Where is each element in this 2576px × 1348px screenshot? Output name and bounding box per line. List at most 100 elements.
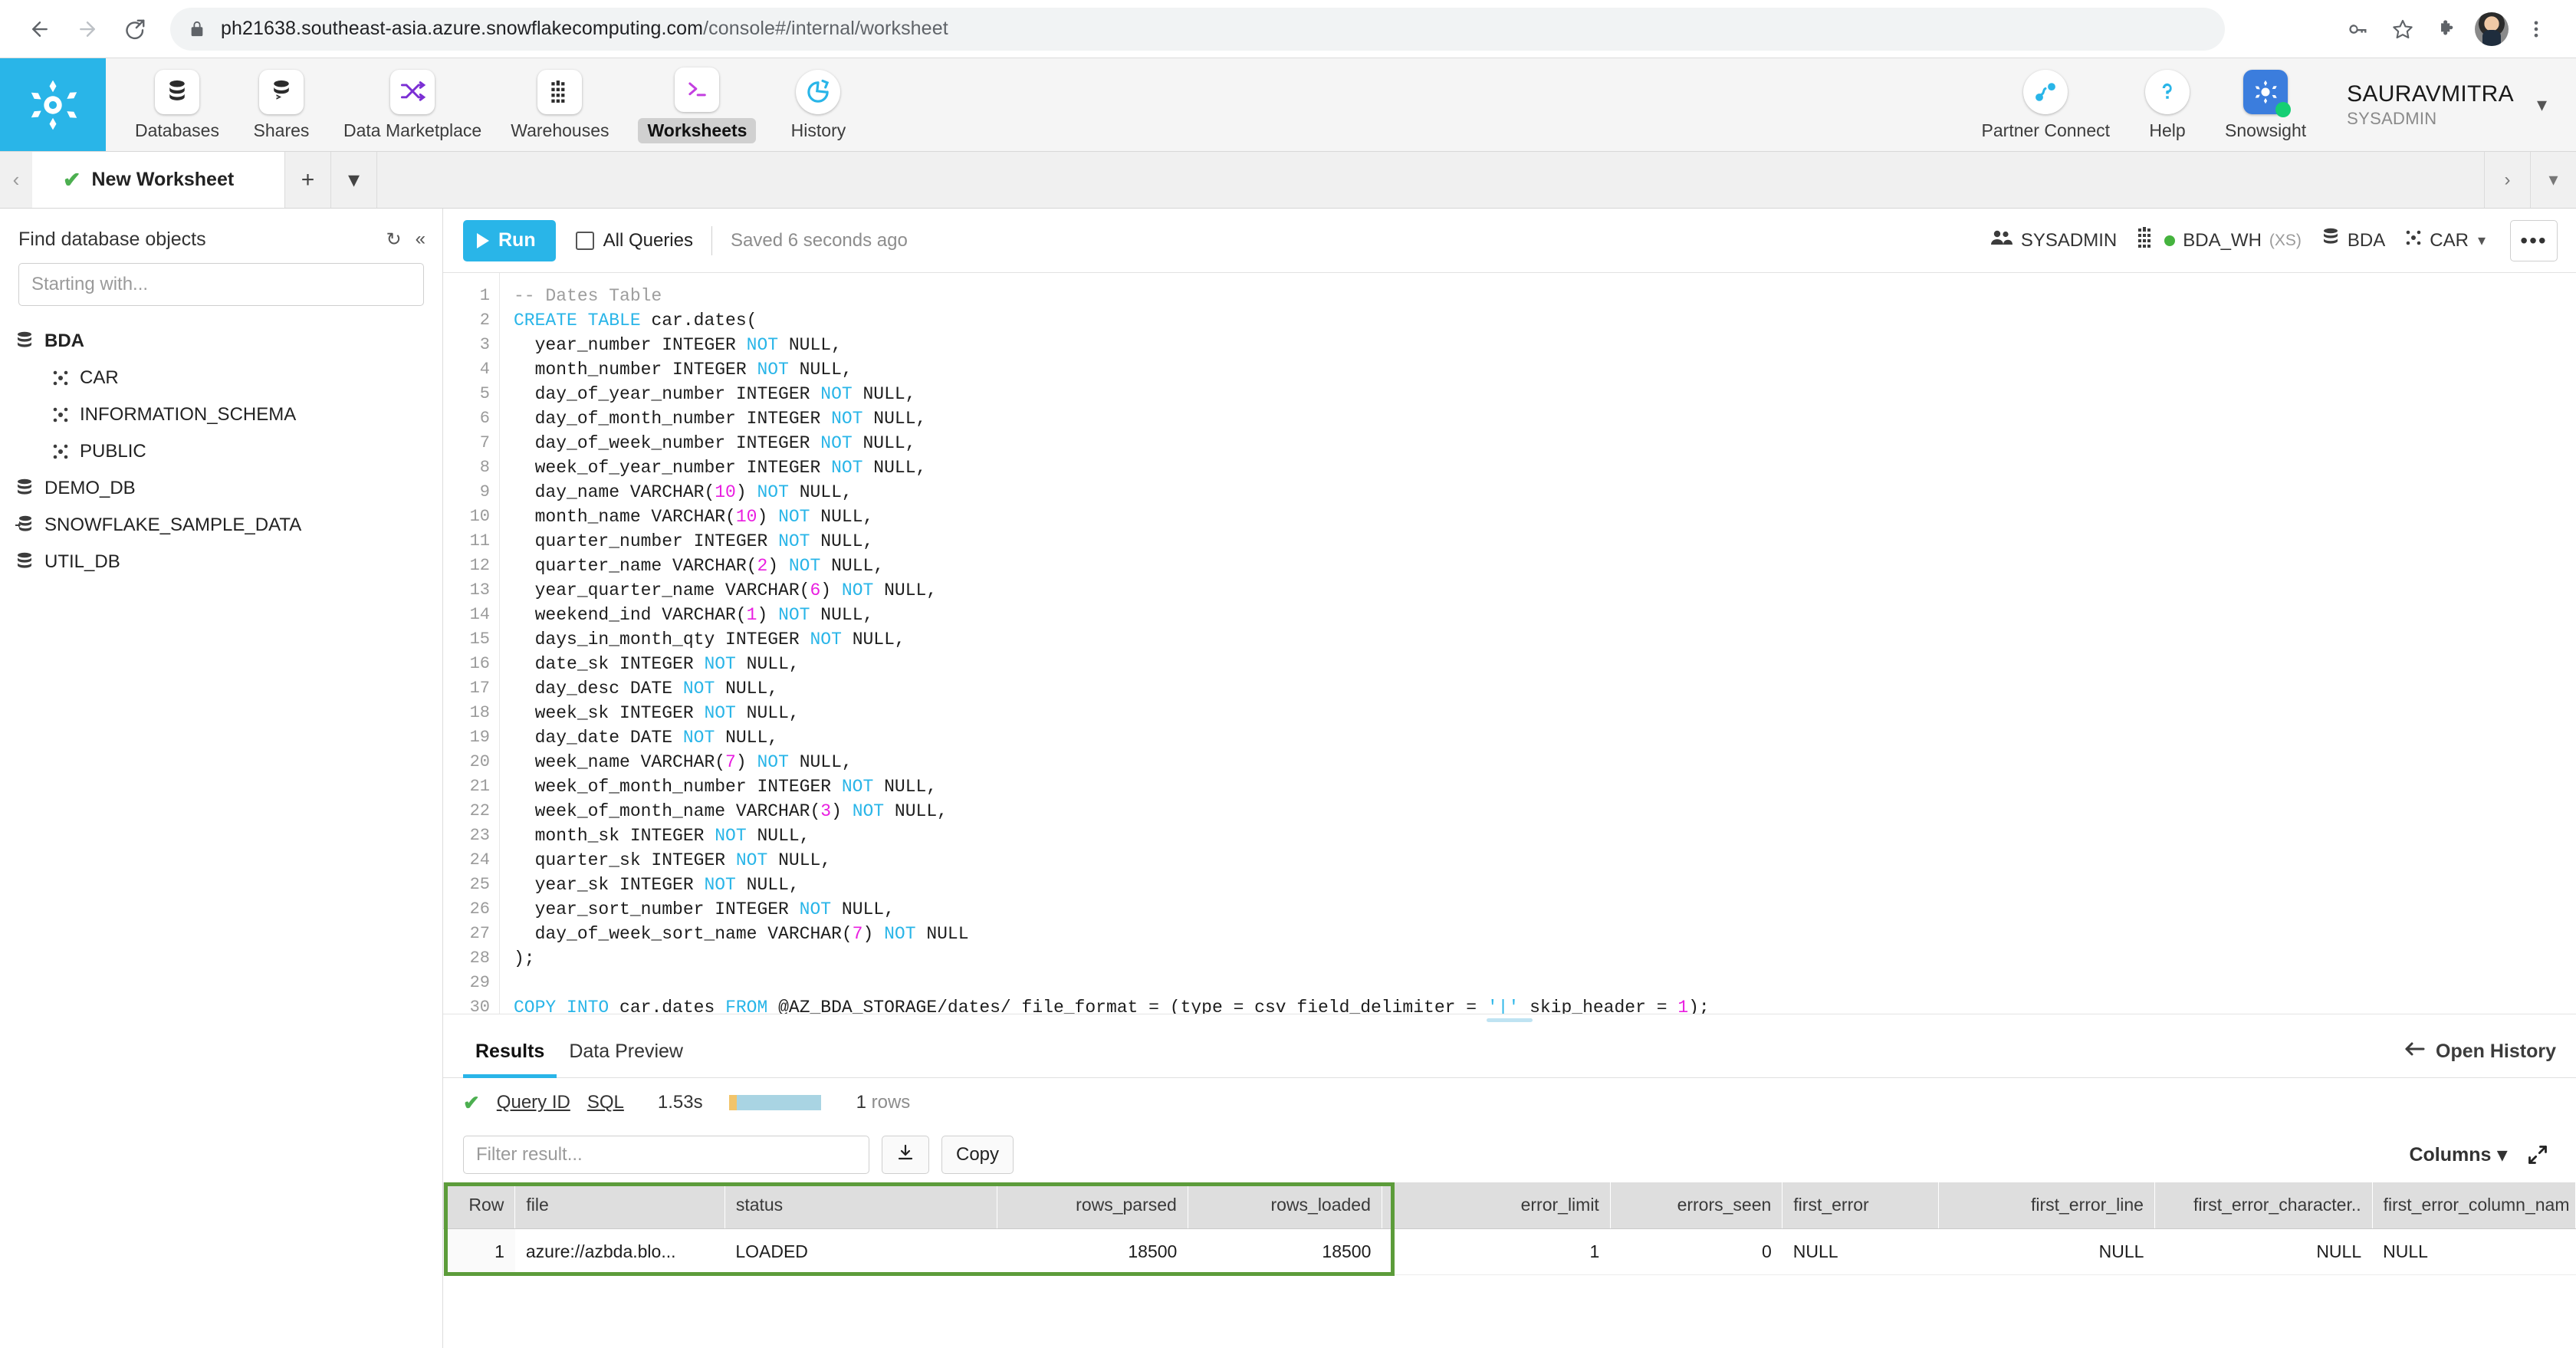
filter-result-input[interactable] <box>463 1136 869 1174</box>
nav-item-worksheets[interactable]: Worksheets <box>626 61 768 148</box>
tree-item-bda[interactable]: BDA <box>0 323 442 360</box>
code-line[interactable]: quarter_number INTEGER NOT NULL, <box>514 529 2576 554</box>
chevron-down-icon[interactable]: ▾ <box>2537 93 2547 117</box>
table-cell[interactable]: LOADED <box>724 1228 997 1275</box>
tree-item-public[interactable]: PUBLIC <box>0 433 442 470</box>
avatar[interactable] <box>2470 8 2513 51</box>
nav-item-databases[interactable]: Databases <box>123 64 232 146</box>
nav-item-warehouses[interactable]: Warehouses <box>498 64 621 146</box>
search-input[interactable] <box>31 274 411 295</box>
table-column-header[interactable]: first_error_column_nam <box>2372 1182 2576 1229</box>
table-column-header[interactable]: rows_loaded <box>1188 1182 1382 1229</box>
table-cell[interactable]: NULL <box>2154 1228 2373 1275</box>
code-line[interactable]: month_number INTEGER NOT NULL, <box>514 357 2576 382</box>
table-cell[interactable]: 1 <box>1382 1228 1611 1275</box>
refresh-icon[interactable]: ↻ <box>386 229 402 251</box>
snowflake-logo[interactable] <box>0 58 106 151</box>
tree-item-snowflake-sample-data[interactable]: SNOWFLAKE_SAMPLE_DATA <box>0 507 442 544</box>
table-cell[interactable]: NULL <box>2372 1228 2576 1275</box>
table-column-header[interactable]: first_error_character.. <box>2154 1182 2373 1229</box>
splitter-grip[interactable] <box>1487 1018 1533 1022</box>
expand-results-button[interactable] <box>2527 1144 2548 1166</box>
table-cell[interactable]: 18500 <box>997 1228 1188 1275</box>
table-cell[interactable]: azure://azbda.blo... <box>514 1228 725 1275</box>
code-line[interactable]: day_date DATE NOT NULL, <box>514 725 2576 750</box>
sql-link[interactable]: SQL <box>587 1092 624 1113</box>
schema-selector[interactable]: CAR ▾ <box>2399 226 2492 255</box>
chevron-left-icon[interactable]: ‹ <box>0 152 32 208</box>
all-queries-checkbox[interactable]: All Queries <box>575 230 693 252</box>
code-line[interactable]: month_name VARCHAR(10) NOT NULL, <box>514 505 2576 529</box>
table-row-index[interactable]: 1 <box>443 1228 515 1275</box>
copy-button[interactable]: Copy <box>941 1136 1014 1174</box>
worksheet-more-options-button[interactable]: ••• <box>2510 219 2558 261</box>
nav-item-snowsight[interactable]: Snowsight <box>2213 64 2318 146</box>
table-column-header[interactable]: status <box>724 1182 997 1229</box>
code-line[interactable]: -- Dates Table <box>514 284 2576 308</box>
panel-splitter[interactable] <box>443 1014 2576 1026</box>
tab-results[interactable]: Results <box>463 1026 557 1078</box>
table-column-header[interactable]: Row <box>443 1182 516 1229</box>
open-history-button[interactable]: Open History <box>2384 1026 2576 1077</box>
code-line[interactable]: year_sk INTEGER NOT NULL, <box>514 873 2576 897</box>
tree-item-demo-db[interactable]: DEMO_DB <box>0 470 442 507</box>
query-id-link[interactable]: Query ID <box>497 1092 570 1113</box>
tab-list-dropdown[interactable]: ▾ <box>2530 152 2576 208</box>
table-column-header[interactable]: first_error <box>1782 1182 1940 1229</box>
table-column-header[interactable]: error_limit <box>1382 1182 1611 1229</box>
code-line[interactable]: day_of_month_number INTEGER NOT NULL, <box>514 406 2576 431</box>
code-line[interactable]: quarter_name VARCHAR(2) NOT NULL, <box>514 554 2576 578</box>
code-line[interactable]: year_sort_number INTEGER NOT NULL, <box>514 897 2576 922</box>
download-button[interactable] <box>882 1136 929 1174</box>
role-selector[interactable]: SYSADMIN <box>1984 225 2123 255</box>
back-arrow-icon[interactable] <box>18 8 61 51</box>
key-icon[interactable] <box>2337 8 2380 51</box>
code-line[interactable]: week_sk INTEGER NOT NULL, <box>514 701 2576 725</box>
code-line[interactable]: weekend_ind VARCHAR(1) NOT NULL, <box>514 603 2576 627</box>
nav-item-shares[interactable]: Shares <box>236 64 327 146</box>
table-cell[interactable]: 18500 <box>1188 1228 1382 1275</box>
code-line[interactable]: year_quarter_name VARCHAR(6) NOT NULL, <box>514 578 2576 603</box>
worksheet-menu-dropdown[interactable]: ▾ <box>331 152 377 208</box>
code-line[interactable]: week_of_year_number INTEGER NOT NULL, <box>514 455 2576 480</box>
table-cell[interactable]: NULL <box>1938 1228 2155 1275</box>
reload-icon[interactable] <box>113 8 156 51</box>
code-line[interactable]: week_of_month_name VARCHAR(3) NOT NULL, <box>514 799 2576 824</box>
code-line[interactable]: week_name VARCHAR(7) NOT NULL, <box>514 750 2576 774</box>
table-row[interactable]: 1 azure://azbda.blo... LOADED 18500 18500 1 0 N… <box>443 1228 2576 1275</box>
database-selector[interactable]: BDA <box>2315 225 2391 256</box>
code-line[interactable] <box>514 971 2576 995</box>
code-line[interactable]: week_of_month_number INTEGER NOT NULL, <box>514 774 2576 799</box>
code-line[interactable]: ); <box>514 946 2576 971</box>
address-bar[interactable]: ph21638.southeast-asia.azure.snowflakeco… <box>170 7 2225 51</box>
run-button[interactable]: Run <box>463 219 556 261</box>
tree-item-car[interactable]: CAR <box>0 360 442 396</box>
table-column-header[interactable]: first_error_line <box>1938 1182 2155 1229</box>
add-worksheet-button[interactable]: + <box>285 152 331 208</box>
double-chevron-left-icon[interactable]: « <box>416 229 426 251</box>
chevron-down-icon[interactable]: ▾ <box>2478 231 2486 250</box>
table-cell[interactable]: 0 <box>1610 1228 1783 1275</box>
table-column-header[interactable]: errors_seen <box>1610 1182 1783 1229</box>
code-line[interactable]: quarter_sk INTEGER NOT NULL, <box>514 848 2576 873</box>
table-column-header[interactable]: file <box>514 1182 725 1229</box>
sql-code-content[interactable]: -- Dates Table CREATE TABLE car.dates( ye… <box>500 273 2576 1014</box>
star-icon[interactable] <box>2381 8 2424 51</box>
worksheet-tab[interactable]: ✔ New Worksheet <box>32 152 285 208</box>
columns-dropdown-button[interactable]: Columns ▾ <box>2409 1143 2507 1166</box>
code-line[interactable]: day_desc DATE NOT NULL, <box>514 676 2576 701</box>
code-line[interactable]: date_sk INTEGER NOT NULL, <box>514 652 2576 676</box>
forward-arrow-icon[interactable] <box>66 8 109 51</box>
database-search-box[interactable] <box>18 263 424 306</box>
nav-item-history[interactable]: History <box>773 64 863 146</box>
code-line[interactable]: day_name VARCHAR(10) NOT NULL, <box>514 480 2576 505</box>
sql-editor[interactable]: 1 2 3 4 5 6 7 8 9 10 11 12 13 14 15 16 17 18 19 20 21 22 23 24 2… <box>443 273 2576 1014</box>
table-column-header[interactable]: rows_parsed <box>997 1182 1188 1229</box>
nav-item-partner-connect[interactable]: Partner Connect <box>1970 64 2122 146</box>
checkbox-box[interactable] <box>575 231 594 250</box>
tab-scroll-next-button[interactable]: › <box>2484 152 2530 208</box>
code-line[interactable]: day_of_week_number INTEGER NOT NULL, <box>514 431 2576 455</box>
three-dot-menu-icon[interactable] <box>2515 8 2558 51</box>
code-line[interactable]: day_of_year_number INTEGER NOT NULL, <box>514 382 2576 406</box>
code-line[interactable]: month_sk INTEGER NOT NULL, <box>514 824 2576 848</box>
